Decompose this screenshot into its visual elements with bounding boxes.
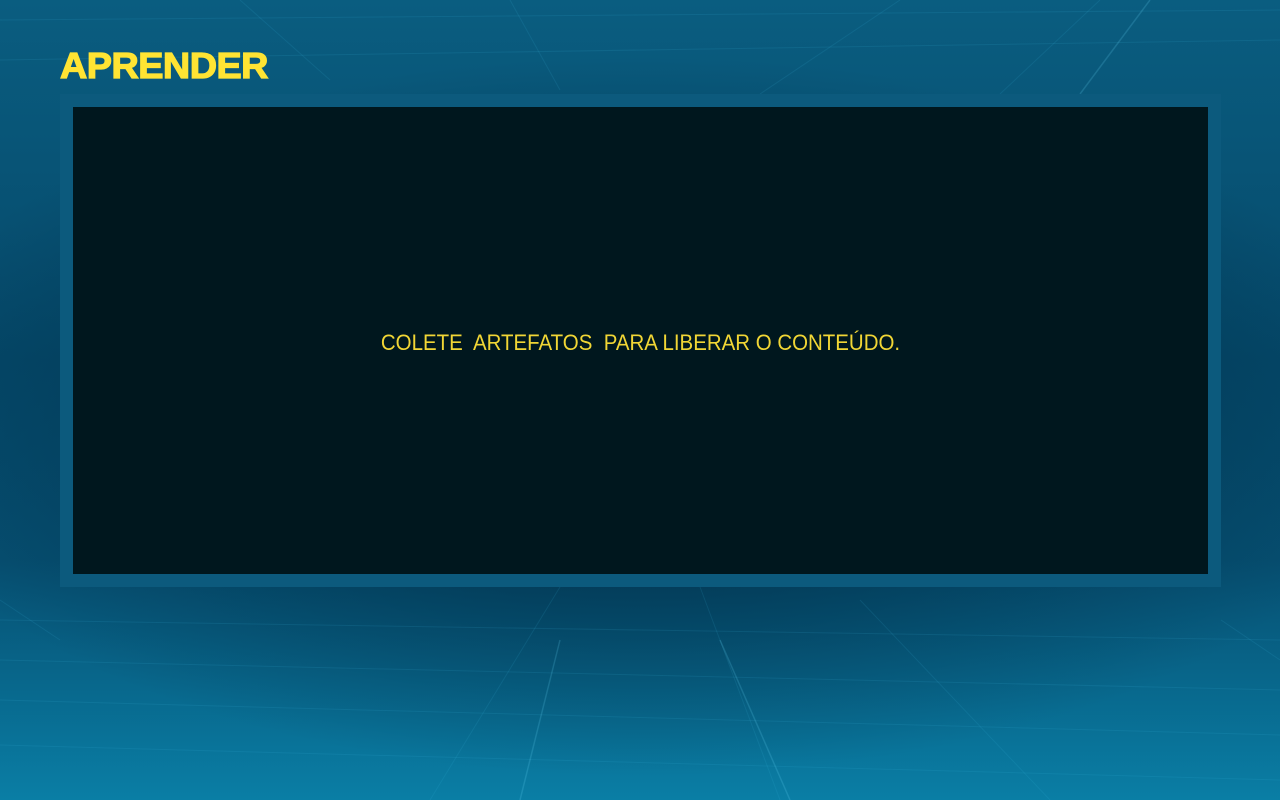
locked-content-message: COLETE ARTEFATOS PARA LIBERAR O CONTEÚDO… [380, 330, 901, 355]
content-frame: COLETE ARTEFATOS PARA LIBERAR O CONTEÚDO… [60, 94, 1221, 587]
content-panel: COLETE ARTEFATOS PARA LIBERAR O CONTEÚDO… [73, 107, 1208, 574]
screen-title: APRENDER [59, 44, 269, 86]
